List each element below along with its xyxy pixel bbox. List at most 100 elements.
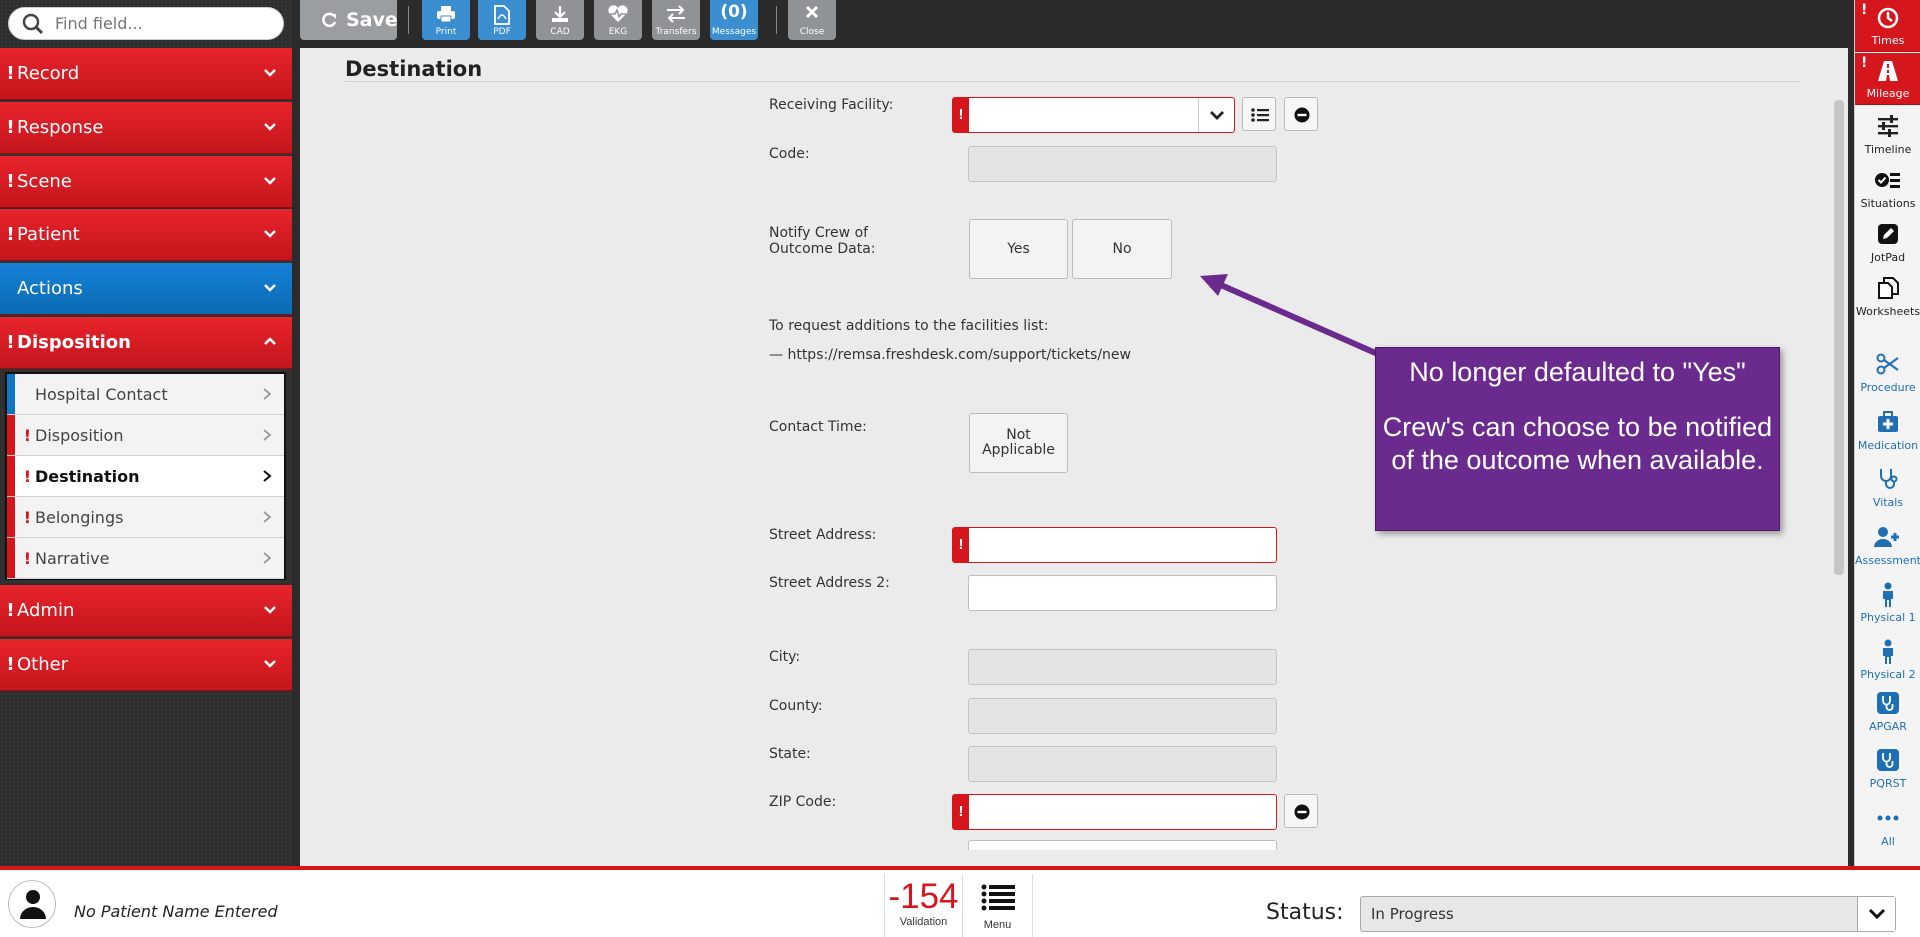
alert-flag: !	[6, 332, 15, 353]
subnav-item-hospital-contact[interactable]: Hospital Contact	[7, 374, 284, 415]
sliders-icon	[1878, 115, 1898, 137]
status-select[interactable]: In Progress	[1360, 896, 1896, 932]
nav-section-scene[interactable]: ! Scene	[0, 156, 292, 208]
procedure-button[interactable]: Procedure	[1855, 346, 1920, 398]
clear-zip-button[interactable]	[1284, 794, 1318, 828]
nav-section-label: Other	[17, 654, 69, 675]
validation-count: -154	[888, 877, 959, 916]
times-label: Times	[1871, 34, 1905, 47]
times-button[interactable]: ! Times	[1855, 0, 1920, 52]
alert-flag: !	[6, 224, 15, 245]
user-plus-icon	[1874, 527, 1899, 547]
nav-section-disposition[interactable]: ! Disposition	[0, 317, 292, 369]
subnav-item-label: Destination	[35, 466, 140, 486]
list-icon	[1251, 108, 1269, 122]
assessment-button[interactable]: Assessment	[1855, 519, 1920, 571]
street-address-2-field[interactable]	[968, 575, 1277, 611]
apgar-button[interactable]: APGAR	[1855, 685, 1920, 737]
alert-flag: !	[1861, 55, 1868, 71]
medication-label: Medication	[1857, 439, 1919, 452]
nav-section-patient[interactable]: ! Patient	[0, 209, 292, 261]
facility-list-button[interactable]	[1242, 97, 1276, 131]
subnav-item-destination[interactable]: ! Destination	[7, 456, 284, 497]
not-applicable-label-line1: Not	[1006, 427, 1031, 443]
avatar[interactable]	[8, 880, 56, 928]
timeline-button[interactable]: Timeline	[1855, 108, 1920, 160]
search-box[interactable]	[8, 7, 284, 40]
jotpad-button[interactable]: JotPad	[1855, 216, 1920, 268]
physical-1-button[interactable]: Physical 1	[1855, 576, 1920, 628]
transfers-button[interactable]: Transfers	[652, 0, 700, 40]
state-field[interactable]	[968, 746, 1277, 782]
print-button[interactable]: Print	[422, 0, 470, 40]
nav-section-other[interactable]: ! Other	[0, 639, 292, 691]
zip-code-field[interactable]: !	[952, 794, 1277, 830]
subnav-item-belongings[interactable]: ! Belongings	[7, 497, 284, 538]
close-button[interactable]: Close	[788, 0, 836, 40]
road-icon	[1878, 61, 1898, 81]
next-field-partial[interactable]	[968, 840, 1277, 850]
messages-count: (0)	[720, 2, 748, 22]
pdf-button[interactable]: PDF	[478, 0, 526, 40]
alert-flag: !	[6, 600, 15, 621]
nav-section-label: Record	[17, 63, 80, 84]
scrollbar-thumb[interactable]	[1834, 100, 1844, 575]
receiving-facility-label: Receiving Facility:	[769, 97, 894, 113]
all-tools-button[interactable]: All	[1855, 800, 1920, 852]
city-label: City:	[769, 649, 801, 665]
status-stripe	[7, 374, 15, 414]
nav-section-label: Response	[17, 117, 104, 138]
user-silhouette-icon	[20, 890, 46, 919]
mileage-button[interactable]: ! Mileage	[1855, 53, 1920, 105]
nav-section-response[interactable]: ! Response	[0, 102, 292, 154]
physical-2-button[interactable]: Physical 2	[1855, 633, 1920, 685]
pqrst-button[interactable]: PQRST	[1855, 742, 1920, 794]
notify-yes-button[interactable]: Yes	[969, 219, 1068, 279]
messages-button[interactable]: (0) Messages	[710, 0, 758, 40]
not-applicable-label-line2: Applicable	[982, 442, 1055, 458]
medication-button[interactable]: Medication	[1855, 404, 1920, 456]
required-flag: !	[953, 795, 969, 829]
ekg-button[interactable]: EKG	[594, 0, 642, 40]
status-dropdown-toggle[interactable]	[1857, 897, 1895, 931]
menu-button[interactable]: Menu	[963, 874, 1033, 937]
code-field[interactable]	[968, 146, 1277, 182]
worksheets-button[interactable]: Worksheets	[1855, 270, 1920, 322]
vitals-button[interactable]: Vitals	[1855, 461, 1920, 513]
download-icon	[552, 6, 568, 22]
validation-label: Validation	[899, 916, 948, 928]
receiving-facility-select[interactable]: !	[952, 97, 1235, 133]
nav-section-label: Patient	[17, 224, 80, 245]
all-tools-label: All	[1881, 835, 1895, 848]
situations-button[interactable]: Situations	[1855, 162, 1920, 214]
subnav-item-label: Hospital Contact	[35, 384, 168, 404]
subnav-item-narrative[interactable]: ! Narrative	[7, 538, 284, 579]
save-button[interactable]: Save	[300, 0, 398, 40]
code-label: Code:	[769, 146, 810, 162]
patient-name: No Patient Name Entered	[74, 902, 278, 921]
cad-button[interactable]: CAD	[536, 0, 584, 40]
transfers-label: Transfers	[655, 27, 697, 37]
refresh-icon	[322, 12, 337, 28]
county-field[interactable]	[968, 698, 1277, 734]
nav-section-record[interactable]: ! Record	[0, 48, 292, 100]
status-stripe	[7, 497, 15, 537]
chevron-down-icon	[264, 230, 276, 238]
clear-facility-button[interactable]	[1284, 97, 1318, 131]
callout-line2: Crew's can choose to be notified of the …	[1382, 412, 1773, 475]
validation-button[interactable]: -154 Validation	[884, 874, 963, 937]
street-address-field[interactable]: !	[952, 527, 1277, 563]
required-flag: !	[953, 528, 969, 562]
search-input[interactable]	[55, 14, 275, 33]
facility-request-link[interactable]: — https://remsa.freshdesk.com/support/ti…	[769, 347, 1131, 363]
nav-section-actions[interactable]: Actions	[0, 263, 292, 315]
not-applicable-button[interactable]: Not Applicable	[969, 413, 1068, 473]
notify-no-button[interactable]: No	[1072, 219, 1172, 279]
callout-line1: No longer defaulted to "Yes"	[1409, 357, 1746, 387]
subnav-item-disposition[interactable]: ! Disposition	[7, 415, 284, 456]
nav-section-admin[interactable]: ! Admin	[0, 585, 292, 637]
city-field[interactable]	[968, 649, 1277, 685]
chevron-down-icon	[1868, 908, 1886, 920]
save-label: Save	[346, 9, 398, 31]
dropdown-toggle[interactable]	[1198, 98, 1234, 132]
